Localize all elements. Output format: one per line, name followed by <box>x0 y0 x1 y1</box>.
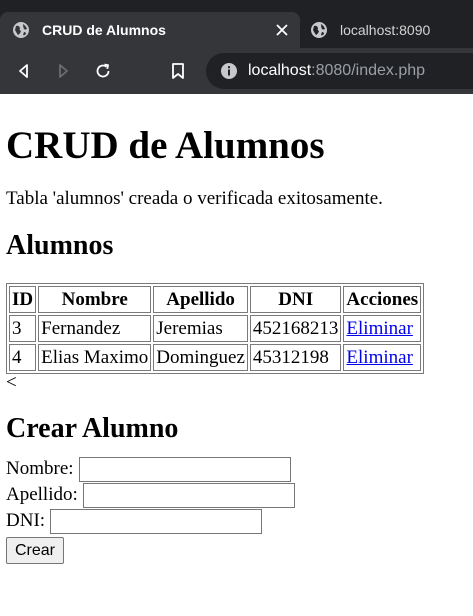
cell-acciones: Eliminar <box>343 344 422 371</box>
alumnos-table: ID Nombre Apellido DNI Acciones 3 Fernan… <box>6 283 425 374</box>
bookmark-button[interactable] <box>166 59 190 83</box>
back-arrow-icon <box>19 64 28 78</box>
column-header-id: ID <box>9 286 37 313</box>
apellido-row: Apellido: <box>6 482 467 508</box>
column-header-dni: DNI <box>249 286 342 313</box>
dni-label: DNI: <box>6 510 46 531</box>
dni-input[interactable] <box>50 508 263 534</box>
table-row: 4 Elias Maximo Dominguez 45312198 Elimin… <box>9 344 422 371</box>
reload-icon <box>96 63 110 78</box>
url-host: localhost <box>248 62 312 79</box>
close-icon[interactable] <box>272 20 292 40</box>
column-header-apellido: Apellido <box>153 286 248 313</box>
apellido-label: Apellido: <box>6 484 78 505</box>
page-title: CRUD de Alumnos <box>6 124 325 167</box>
page-content: CRUD de Alumnos Tabla 'alumnos' creada o… <box>0 124 473 564</box>
cell-apellido: Jeremias <box>153 315 248 342</box>
cell-apellido: Dominguez <box>153 344 248 371</box>
eliminar-link[interactable]: Eliminar <box>346 347 412 368</box>
tab-strip: CRUD de Alumnos localhost:8090 <box>0 0 473 48</box>
nombre-row: Nombre: <box>6 456 467 482</box>
url-path: :8080/index.php <box>311 62 426 79</box>
crear-alumno-heading: Crear Alumno <box>6 413 179 444</box>
info-icon[interactable] <box>220 62 238 80</box>
table-header-row: ID Nombre Apellido DNI Acciones <box>9 286 422 313</box>
alumnos-heading: Alumnos <box>6 230 114 261</box>
cell-nombre: Elias Maximo <box>38 344 152 371</box>
cell-id: 4 <box>9 344 37 371</box>
browser-toolbar: localhost:8080/index.php <box>0 48 473 94</box>
crear-alumno-form: Nombre: Apellido: DNI: Crear <box>6 456 467 564</box>
cell-nombre: Fernandez <box>38 315 152 342</box>
apellido-input[interactable] <box>82 482 295 508</box>
stray-text: < <box>6 372 17 393</box>
crear-button[interactable]: Crear <box>6 537 65 564</box>
back-button[interactable] <box>12 59 36 83</box>
tab-title: localhost:8090 <box>340 22 431 38</box>
nombre-label: Nombre: <box>6 458 74 479</box>
address-bar[interactable]: localhost:8080/index.php <box>206 53 473 89</box>
cell-dni: 45312198 <box>249 344 342 371</box>
status-message: Tabla 'alumnos' creada o verificada exit… <box>6 188 383 209</box>
globe-icon <box>13 22 29 38</box>
column-header-acciones: Acciones <box>343 286 422 313</box>
tab-crud-alumnos[interactable]: CRUD de Alumnos <box>0 12 300 48</box>
forward-button[interactable] <box>51 59 75 83</box>
tab-localhost-8090[interactable]: localhost:8090 <box>300 12 473 48</box>
tab-title: CRUD de Alumnos <box>42 22 166 38</box>
globe-icon <box>311 22 327 38</box>
cell-dni: 452168213 <box>249 315 342 342</box>
dni-row: DNI: <box>6 508 467 534</box>
forward-arrow-icon <box>59 64 68 78</box>
table-row: 3 Fernandez Jeremias 452168213 Eliminar <box>9 315 422 342</box>
eliminar-link[interactable]: Eliminar <box>346 318 412 339</box>
reload-button[interactable] <box>91 59 115 83</box>
column-header-nombre: Nombre <box>38 286 152 313</box>
cell-acciones: Eliminar <box>343 315 422 342</box>
cell-id: 3 <box>9 315 37 342</box>
bookmark-icon <box>172 63 184 79</box>
nombre-input[interactable] <box>78 456 291 482</box>
